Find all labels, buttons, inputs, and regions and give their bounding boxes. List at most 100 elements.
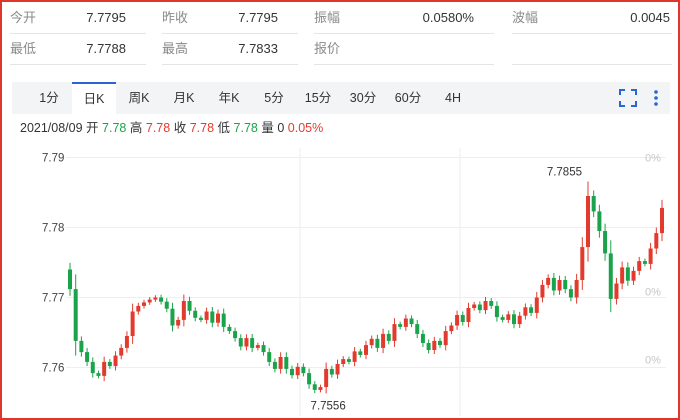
tab-weekly-k[interactable]: 周K: [122, 82, 156, 114]
candle: [574, 280, 579, 298]
candle: [631, 270, 636, 281]
candle: [170, 308, 175, 326]
candle: [250, 338, 255, 348]
quote-label: 报价: [314, 41, 341, 56]
info-open-label: 开: [86, 121, 99, 135]
candle: [204, 311, 209, 320]
low-label: 最低: [10, 41, 37, 56]
candle: [557, 280, 562, 291]
tab-yearly-k[interactable]: 年K: [212, 82, 246, 114]
candle: [494, 305, 499, 318]
more-vertical-icon[interactable]: [646, 88, 666, 108]
candle: [364, 345, 368, 355]
candle: [147, 299, 152, 303]
info-volume-label: 量: [261, 121, 274, 135]
candle: [181, 301, 186, 320]
tab-15min[interactable]: 15分: [300, 82, 336, 114]
candle: [324, 368, 329, 388]
range-label: 波幅: [512, 10, 539, 25]
candle: [483, 301, 488, 311]
tab-4h[interactable]: 4H: [438, 82, 468, 114]
candle: [660, 207, 664, 234]
candle: [278, 357, 283, 369]
candle: [500, 317, 505, 320]
candle: [198, 317, 203, 320]
candle: [68, 269, 72, 290]
info-change-value: 0.05%: [287, 121, 324, 135]
candle: [73, 289, 78, 341]
tab-5min[interactable]: 5分: [257, 82, 291, 114]
tab-daily-k[interactable]: 日K: [72, 82, 116, 114]
candle: [153, 297, 158, 300]
candle: [295, 366, 300, 376]
candle: [193, 310, 198, 318]
candle: [187, 301, 192, 311]
tab-1min[interactable]: 1分: [32, 82, 66, 114]
candle: [346, 359, 351, 362]
candle: [329, 368, 334, 375]
candle: [307, 373, 312, 385]
candle: [221, 313, 226, 327]
info-close-label: 收: [173, 121, 187, 135]
info-open-value: 7.78: [102, 121, 127, 135]
info-low-value: 7.78: [233, 121, 258, 135]
tab-monthly-k[interactable]: 月K: [167, 82, 201, 114]
tab-60min[interactable]: 60分: [390, 82, 426, 114]
candle: [546, 277, 551, 285]
candle: [443, 331, 448, 346]
fullscreen-icon[interactable]: [618, 88, 638, 108]
candle: [90, 361, 95, 374]
candle: [586, 196, 590, 248]
candle: [85, 352, 90, 362]
candle: [381, 333, 386, 348]
candle: [176, 319, 181, 326]
max-price-label: 7.7855: [547, 166, 582, 178]
info-date: 2021/08/09: [20, 121, 83, 135]
info-low-label: 低: [217, 121, 231, 135]
candle: [375, 338, 380, 348]
info-volume-value: 0: [277, 121, 285, 135]
candle: [489, 301, 494, 306]
candle: [591, 196, 596, 212]
candle: [642, 261, 647, 264]
candle: [290, 368, 294, 376]
candle: [255, 345, 260, 348]
right-percent-label: 0%: [645, 153, 661, 165]
candle: [386, 333, 391, 341]
prev-close-value: 7.7795: [238, 10, 278, 25]
quote-panel: 今开 7.7795 昨收 7.7795 振幅 0.0580% 波幅 0.0045…: [0, 0, 680, 420]
candle: [517, 315, 522, 325]
candle: [398, 324, 403, 327]
open-label: 今开: [10, 10, 37, 25]
candle: [358, 351, 363, 355]
candle: [369, 338, 374, 346]
candle: [648, 248, 653, 264]
candle: [335, 364, 340, 375]
candle: [603, 231, 608, 254]
prev-close-label: 昨收: [162, 10, 189, 25]
candle: [107, 361, 112, 367]
candle: [244, 338, 249, 347]
candle: [130, 311, 135, 336]
high-value: 7.7833: [238, 41, 278, 56]
candle: [506, 314, 511, 320]
candle: [392, 324, 397, 341]
candle: [318, 387, 323, 390]
candle: [449, 325, 454, 332]
y-tick-label: 7.76: [42, 363, 64, 375]
candle: [113, 355, 118, 367]
candle: [477, 304, 482, 311]
candle: [136, 305, 141, 312]
candle: [284, 357, 289, 369]
amplitude-value: 0.0580%: [422, 10, 474, 25]
info-high-value: 7.78: [145, 121, 171, 135]
candle: [233, 331, 238, 339]
candle: [96, 373, 101, 376]
y-tick-label: 7.79: [42, 153, 64, 165]
candle: [216, 313, 220, 323]
candle: [341, 359, 346, 364]
tab-30min[interactable]: 30分: [345, 82, 381, 114]
candle: [124, 336, 129, 348]
open-value: 7.7795: [86, 10, 126, 25]
candle: [620, 267, 625, 284]
